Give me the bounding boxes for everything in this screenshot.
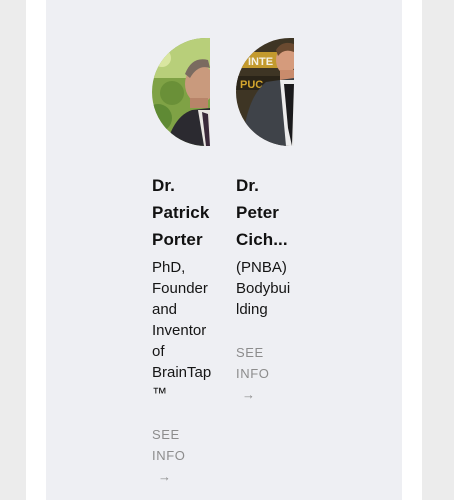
photo-sign-text: INTE — [248, 56, 273, 68]
speaker-photo[interactable] — [152, 38, 210, 146]
speaker-name-line: Dr. — [236, 176, 259, 195]
arrow-right-icon: → — [242, 387, 256, 402]
see-info-line: SEE — [152, 427, 180, 442]
speaker-title-line: lding — [236, 301, 268, 318]
speaker-name-line: Dr. — [152, 176, 175, 195]
speaker-title-line: Inventor — [152, 322, 207, 339]
speaker-name: Dr. Patrick Porter — [152, 172, 216, 253]
speaker-title-line: Founder — [152, 280, 208, 297]
arrow-right-icon: → — [158, 469, 172, 484]
speaker-card: Dr. Patrick Porter PhD, Founder and Inve… — [152, 38, 216, 487]
speaker-name-line: Cich... — [236, 230, 288, 249]
speaker-title-line: BrainTap — [152, 364, 212, 381]
see-info-text: INFO — [152, 448, 186, 463]
see-info-line: INFO → — [236, 363, 300, 405]
speaker-title-line: Bodybui — [236, 280, 291, 297]
see-info-line: SEE — [236, 345, 264, 360]
speaker-title-line: of — [152, 343, 165, 360]
see-info-link[interactable]: SEE INFO → — [152, 424, 216, 487]
speakers-panel — [46, 0, 402, 500]
speaker-name-line: Porter — [152, 230, 203, 249]
speaker-title-line: PhD, — [152, 259, 186, 276]
speaker-title-line: and — [152, 301, 178, 318]
see-info-link[interactable]: SEE INFO → — [236, 342, 300, 405]
speaker-title-line: ™ — [152, 385, 167, 402]
speaker-name-line: Peter — [236, 203, 280, 222]
speaker-name-line: Patrick — [152, 203, 210, 222]
speaker-title: PhD, Founder and Inventor of BrainTap ™ — [152, 257, 216, 404]
speaker-title: (PNBA) Bodybui lding — [236, 257, 300, 320]
speaker-card: INTE PUC Dr. Peter Cich... (PNBA) Bodybu… — [236, 38, 300, 405]
see-info-line: INFO → — [152, 445, 216, 487]
see-info-text: INFO — [236, 366, 270, 381]
speaker-name: Dr. Peter Cich... — [236, 172, 300, 253]
speaker-title-line: (PNBA) — [236, 259, 287, 276]
speaker-photo[interactable]: INTE PUC — [236, 38, 294, 146]
